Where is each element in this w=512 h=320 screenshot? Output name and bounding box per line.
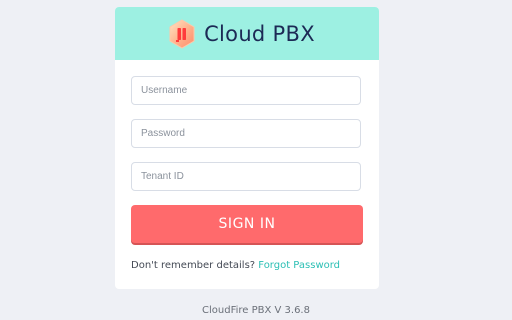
forgot-password-link[interactable]: Forgot Password	[258, 260, 340, 271]
remember-text: Don't remember details?	[131, 260, 256, 271]
forgot-password-row: Don't remember details? Forgot Password	[131, 260, 340, 271]
tenant-id-input[interactable]	[131, 162, 361, 191]
cloud-pbx-logo-icon	[169, 18, 195, 49]
sign-in-button[interactable]: SIGN IN	[131, 205, 363, 243]
brand-title: Cloud PBX	[204, 21, 315, 46]
username-input[interactable]	[131, 76, 361, 105]
login-card: Cloud PBX SIGN IN Don't remember details…	[115, 7, 379, 289]
version-label: CloudFire PBX V 3.6.8	[202, 305, 310, 316]
password-input[interactable]	[131, 119, 361, 148]
login-header: Cloud PBX	[115, 7, 379, 60]
